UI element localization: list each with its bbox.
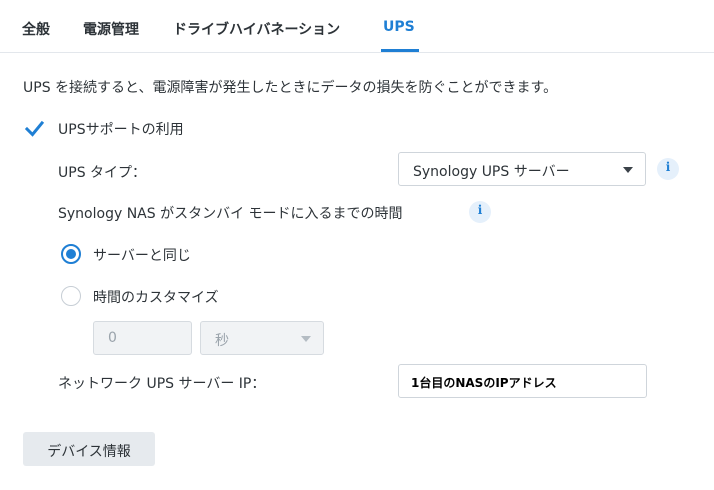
radio-custom-time-label: 時間のカスタマイズ xyxy=(93,290,219,306)
caret-down-icon xyxy=(623,167,633,173)
device-info-button-label: デバイス情報 xyxy=(47,444,131,460)
radio-same-as-server[interactable] xyxy=(61,244,81,264)
tab-ups[interactable]: UPS xyxy=(383,19,415,35)
ups-type-value: Synology UPS サーバー xyxy=(413,164,570,180)
custom-time-input[interactable]: 0 xyxy=(93,321,192,355)
ups-type-select[interactable]: Synology UPS サーバー xyxy=(398,152,646,186)
radio-custom-time[interactable] xyxy=(61,286,81,306)
time-unit-value: 秒 xyxy=(215,333,229,349)
time-unit-select[interactable]: 秒 xyxy=(200,321,324,355)
tab-power[interactable]: 電源管理 xyxy=(83,19,139,39)
caret-down-icon xyxy=(301,336,311,342)
ups-description: UPS を接続すると、電源障害が発生したときにデータの損失を防ぐことができます。 xyxy=(23,80,558,96)
standby-time-label: Synology NAS がスタンバイ モードに入るまでの時間 xyxy=(58,206,403,222)
active-tab-indicator xyxy=(381,49,419,52)
tab-general[interactable]: 全般 xyxy=(22,19,50,39)
ups-support-label: UPSサポートの利用 xyxy=(58,122,184,138)
ups-type-label: UPS タイプ： xyxy=(58,165,147,181)
network-ups-ip-input[interactable]: 1台目のNASのIPアドレス xyxy=(398,364,647,398)
ups-support-checkbox[interactable] xyxy=(24,118,45,139)
device-info-button[interactable]: デバイス情報 xyxy=(23,432,155,466)
network-ups-ip-label: ネットワーク UPS サーバー IP： xyxy=(58,376,266,392)
info-icon[interactable]: i xyxy=(657,158,679,180)
radio-same-as-server-label: サーバーと同じ xyxy=(93,248,191,264)
tab-drive-hibernation[interactable]: ドライブハイバネーション xyxy=(173,19,340,39)
info-icon[interactable]: i xyxy=(469,201,491,223)
checkmark-icon xyxy=(24,120,45,137)
network-ups-ip-value: 1台目のNASのIPアドレス xyxy=(411,376,557,390)
custom-time-value: 0 xyxy=(108,330,117,346)
tab-bar: 全般 電源管理 ドライブハイバネーション UPS xyxy=(0,0,714,53)
ups-settings-page: 全般 電源管理 ドライブハイバネーション UPS UPS を接続すると、電源障害… xyxy=(0,0,714,490)
